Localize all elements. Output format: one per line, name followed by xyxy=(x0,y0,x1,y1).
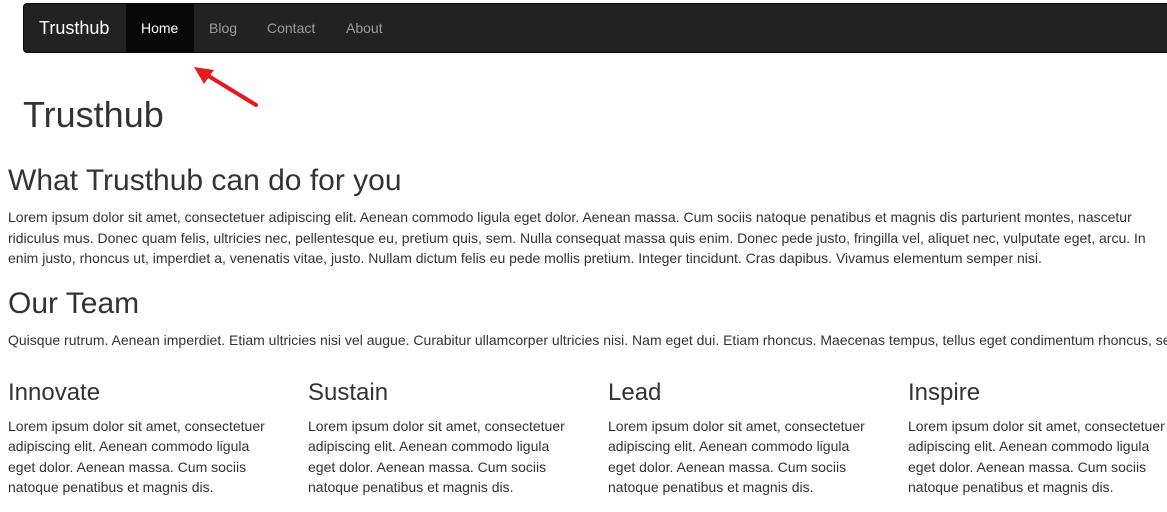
column-line: eget dolor. Aenean massa. Cum sociis xyxy=(908,458,1147,475)
column-text-sustain: Lorem ipsum dolor sit amet, consectetuer… xyxy=(308,416,586,497)
column-line: eget dolor. Aenean massa. Cum sociis xyxy=(308,458,547,475)
column-line: Lorem ipsum dolor sit amet, consectetuer xyxy=(608,418,865,434)
column-line: adipiscing elit. Aenean commodo ligula xyxy=(308,438,550,455)
page-title: Trusthub xyxy=(23,94,164,135)
column-title-lead: Lead xyxy=(608,379,662,406)
column-line: adipiscing elit. Aenean commodo ligula xyxy=(908,438,1150,455)
column-line: natoque penatibus et magnis dis. xyxy=(908,478,1114,495)
column-title-inspire: Inspire xyxy=(908,379,981,406)
top-navbar: Trusthub Home Blog Contact About xyxy=(23,3,1167,53)
column-line: eget dolor. Aenean massa. Cum sociis xyxy=(8,458,247,475)
services-line: Lorem ipsum dolor sit amet, consectetuer… xyxy=(8,209,1132,225)
column-title-sustain: Sustain xyxy=(308,379,389,406)
nav-item-about[interactable]: About xyxy=(331,4,398,52)
column-line: natoque penatibus et magnis dis. xyxy=(8,478,214,495)
column-text-inspire: Lorem ipsum dolor sit amet, consectetuer… xyxy=(908,416,1167,497)
column-line: Lorem ipsum dolor sit amet, consectetuer xyxy=(308,418,565,434)
nav-item-blog[interactable]: Blog xyxy=(194,4,252,52)
column-line: adipiscing elit. Aenean commodo ligula xyxy=(8,438,250,455)
column-line: Lorem ipsum dolor sit amet, consectetuer xyxy=(8,418,265,434)
column-line: natoque penatibus et magnis dis. xyxy=(608,478,814,495)
column-line: Lorem ipsum dolor sit amet, consectetuer xyxy=(908,418,1165,434)
nav-item-contact[interactable]: Contact xyxy=(252,4,330,52)
column-text-lead: Lorem ipsum dolor sit amet, consectetuer… xyxy=(608,416,886,497)
annotation-arrow-icon xyxy=(194,67,258,107)
brand-link[interactable]: Trusthub xyxy=(39,4,109,52)
column-line: natoque penatibus et magnis dis. xyxy=(308,478,514,495)
column-line: eget dolor. Aenean massa. Cum sociis xyxy=(608,458,847,475)
nav-item-home[interactable]: Home xyxy=(126,4,194,52)
team-paragraph: Quisque rutrum. Aenean imperdiet. Etiam … xyxy=(8,332,1167,348)
services-line: ridiculus mus. Donec quam felis, ultrici… xyxy=(8,229,1146,246)
services-heading: What Trusthub can do for you xyxy=(8,164,402,197)
services-line: enim justo, rhoncus ut, imperdiet a, ven… xyxy=(8,250,1042,266)
column-line: adipiscing elit. Aenean commodo ligula xyxy=(608,438,850,455)
services-paragraph: Lorem ipsum dolor sit amet, consectetuer… xyxy=(8,207,1146,269)
team-heading: Our Team xyxy=(8,287,140,320)
column-title-innovate: Innovate xyxy=(8,379,101,406)
column-text-innovate: Lorem ipsum dolor sit amet, consectetuer… xyxy=(8,416,286,497)
